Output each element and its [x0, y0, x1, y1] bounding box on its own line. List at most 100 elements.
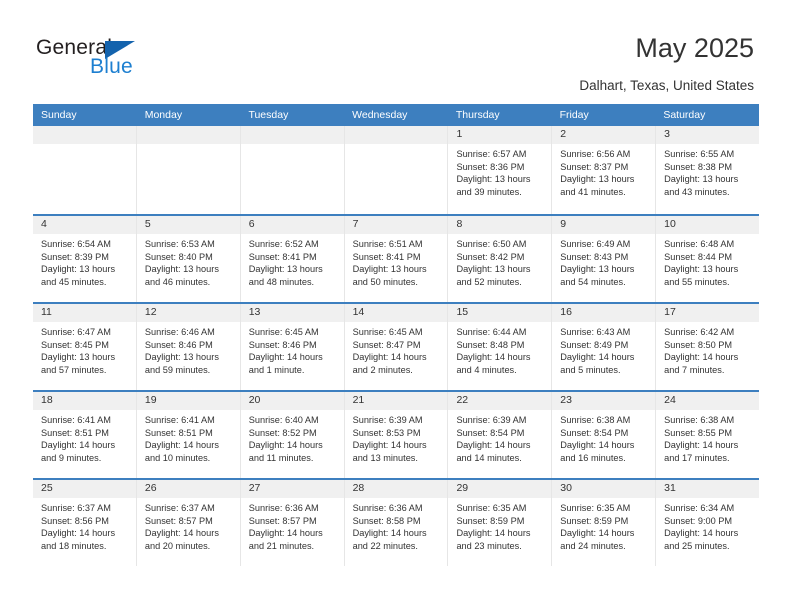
day-number	[240, 126, 344, 144]
weekday-header-tuesday: Tuesday	[248, 109, 289, 121]
calendar-day-cell[interactable]: 30 Sunrise: 6:35 AM Sunset: 8:59 PM Dayligh…	[552, 480, 657, 566]
daylight-text: Daylight: 13 hours and 39 minutes.	[456, 174, 531, 197]
calendar-day-cell[interactable]: 9 Sunrise: 6:49 AM Sunset: 8:43 PM Daylight…	[552, 216, 657, 302]
daylight-text: Daylight: 13 hours and 46 minutes.	[144, 264, 219, 287]
day-number: 14	[344, 304, 448, 322]
calendar-day-cell[interactable]: 11 Sunrise: 6:47 AM Sunset: 8:45 PM Dayligh…	[33, 304, 137, 390]
weekday-header-wednesday: Wednesday	[352, 109, 408, 121]
sunrise-text: Sunrise: 6:56 AM	[560, 149, 631, 159]
calendar-day-cell[interactable]: 21 Sunrise: 6:39 AM Sunset: 8:53 PM Dayligh…	[344, 392, 449, 478]
calendar-day-cell[interactable]: 1 Sunrise: 6:57 AM Sunset: 8:36 PM Daylight…	[448, 126, 553, 214]
sunset-text: Sunset: 8:51 PM	[41, 427, 109, 438]
calendar-day-cell[interactable]: 2 Sunrise: 6:56 AM Sunset: 8:37 PM Daylight…	[552, 126, 657, 214]
calendar-day-cell[interactable]: 3 Sunrise: 6:55 AM Sunset: 8:38 PM Daylight…	[656, 126, 760, 214]
calendar-day-cell[interactable]: 4 Sunrise: 6:54 AM Sunset: 8:39 PM Daylight…	[33, 216, 137, 302]
day-number: 17	[656, 304, 760, 322]
sunset-text: Sunset: 8:45 PM	[41, 339, 109, 350]
day-sun-info: Sunrise: 6:48 AM Sunset: 8:44 PM Daylight:…	[656, 234, 759, 288]
calendar-day-cell[interactable]: 12 Sunrise: 6:46 AM Sunset: 8:46 PM Dayligh…	[136, 304, 241, 390]
daylight-text: Daylight: 14 hours and 20 minutes.	[144, 528, 219, 551]
day-number: 8	[448, 216, 552, 234]
calendar-day-cell-empty	[33, 126, 137, 214]
sunset-text: Sunset: 8:40 PM	[144, 251, 213, 262]
daylight-text: Daylight: 14 hours and 22 minutes.	[352, 528, 427, 551]
calendar-day-cell[interactable]: 19 Sunrise: 6:41 AM Sunset: 8:51 PM Dayligh…	[136, 392, 241, 478]
day-sun-info: Sunrise: 6:46 AM Sunset: 8:46 PM Daylight:…	[137, 322, 240, 376]
calendar-day-cell[interactable]: 13 Sunrise: 6:45 AM Sunset: 8:46 PM Dayligh…	[240, 304, 345, 390]
calendar-week-row: 4 Sunrise: 6:54 AM Sunset: 8:39 PM Daylight…	[33, 214, 760, 302]
calendar-day-cell[interactable]: 18 Sunrise: 6:41 AM Sunset: 8:51 PM Dayligh…	[33, 392, 137, 478]
sunrise-text: Sunrise: 6:41 AM	[144, 415, 215, 425]
sunset-text: Sunset: 8:44 PM	[664, 251, 733, 262]
day-sun-info: Sunrise: 6:45 AM Sunset: 8:47 PM Daylight:…	[345, 322, 448, 376]
day-number: 20	[240, 392, 344, 410]
day-number: 1	[448, 126, 552, 144]
weekday-header-monday: Monday	[144, 109, 183, 121]
calendar-day-cell[interactable]: 27 Sunrise: 6:36 AM Sunset: 8:57 PM Dayligh…	[240, 480, 345, 566]
day-sun-info: Sunrise: 6:34 AM Sunset: 9:00 PM Daylight:…	[656, 498, 759, 552]
sunrise-text: Sunrise: 6:34 AM	[664, 503, 735, 513]
calendar-day-cell[interactable]: 8 Sunrise: 6:50 AM Sunset: 8:42 PM Daylight…	[448, 216, 553, 302]
sunrise-text: Sunrise: 6:57 AM	[456, 149, 527, 159]
sunset-text: Sunset: 8:59 PM	[560, 515, 629, 526]
daylight-text: Daylight: 14 hours and 7 minutes.	[664, 352, 739, 375]
calendar-day-cell[interactable]: 25 Sunrise: 6:37 AM Sunset: 8:56 PM Dayligh…	[33, 480, 137, 566]
day-number: 6	[240, 216, 344, 234]
page-header: General Blue May 2025 Dalhart, Texas, Un…	[0, 0, 792, 104]
calendar-day-cell[interactable]: 23 Sunrise: 6:38 AM Sunset: 8:54 PM Dayligh…	[552, 392, 657, 478]
sunset-text: Sunset: 8:50 PM	[664, 339, 733, 350]
daylight-text: Daylight: 13 hours and 59 minutes.	[144, 352, 219, 375]
calendar-day-cell[interactable]: 20 Sunrise: 6:40 AM Sunset: 8:52 PM Dayligh…	[240, 392, 345, 478]
day-number: 26	[136, 480, 240, 498]
calendar-day-cell[interactable]: 15 Sunrise: 6:44 AM Sunset: 8:48 PM Dayligh…	[448, 304, 553, 390]
calendar-day-cell[interactable]: 6 Sunrise: 6:52 AM Sunset: 8:41 PM Daylight…	[240, 216, 345, 302]
daylight-text: Daylight: 13 hours and 54 minutes.	[560, 264, 635, 287]
calendar-week-row: 1 Sunrise: 6:57 AM Sunset: 8:36 PM Daylight…	[33, 126, 760, 214]
calendar-day-cell[interactable]: 31 Sunrise: 6:34 AM Sunset: 9:00 PM Dayligh…	[656, 480, 760, 566]
calendar-day-cell[interactable]: 22 Sunrise: 6:39 AM Sunset: 8:54 PM Dayligh…	[448, 392, 553, 478]
day-sun-info: Sunrise: 6:57 AM Sunset: 8:36 PM Daylight:…	[448, 144, 551, 198]
calendar-day-cell[interactable]: 28 Sunrise: 6:36 AM Sunset: 8:58 PM Dayligh…	[344, 480, 449, 566]
day-sun-info: Sunrise: 6:54 AM Sunset: 8:39 PM Daylight:…	[33, 234, 136, 288]
day-number	[136, 126, 240, 144]
day-sun-info: Sunrise: 6:55 AM Sunset: 8:38 PM Daylight:…	[656, 144, 759, 198]
weekday-header-sunday: Sunday	[41, 109, 77, 121]
calendar-day-cell[interactable]: 14 Sunrise: 6:45 AM Sunset: 8:47 PM Dayligh…	[344, 304, 449, 390]
daylight-text: Daylight: 14 hours and 9 minutes.	[41, 440, 116, 463]
calendar-day-cell[interactable]: 17 Sunrise: 6:42 AM Sunset: 8:50 PM Dayligh…	[656, 304, 760, 390]
calendar-day-cell[interactable]: 7 Sunrise: 6:51 AM Sunset: 8:41 PM Daylight…	[344, 216, 449, 302]
daylight-text: Daylight: 13 hours and 48 minutes.	[248, 264, 323, 287]
day-sun-info: Sunrise: 6:50 AM Sunset: 8:42 PM Daylight:…	[448, 234, 551, 288]
calendar-day-cell[interactable]: 16 Sunrise: 6:43 AM Sunset: 8:49 PM Dayligh…	[552, 304, 657, 390]
day-sun-info: Sunrise: 6:38 AM Sunset: 8:54 PM Daylight:…	[552, 410, 655, 464]
sunset-text: Sunset: 8:39 PM	[41, 251, 109, 262]
sunrise-text: Sunrise: 6:48 AM	[664, 239, 735, 249]
calendar-day-cell[interactable]: 5 Sunrise: 6:53 AM Sunset: 8:40 PM Daylight…	[136, 216, 241, 302]
sunrise-text: Sunrise: 6:36 AM	[352, 503, 423, 513]
sunrise-text: Sunrise: 6:37 AM	[144, 503, 215, 513]
daylight-text: Daylight: 14 hours and 13 minutes.	[352, 440, 427, 463]
sunset-text: Sunset: 8:41 PM	[352, 251, 421, 262]
day-sun-info: Sunrise: 6:39 AM Sunset: 8:53 PM Daylight:…	[345, 410, 448, 464]
sunset-text: Sunset: 8:47 PM	[352, 339, 421, 350]
calendar-day-cell[interactable]: 29 Sunrise: 6:35 AM Sunset: 8:59 PM Dayligh…	[448, 480, 553, 566]
day-sun-info: Sunrise: 6:52 AM Sunset: 8:41 PM Daylight:…	[241, 234, 344, 288]
weekday-header-row: Sunday Monday Tuesday Wednesday Thursday…	[33, 104, 759, 126]
general-blue-logo[interactable]: General Blue	[36, 36, 256, 86]
calendar-day-cell[interactable]: 10 Sunrise: 6:48 AM Sunset: 8:44 PM Dayligh…	[656, 216, 760, 302]
sunrise-text: Sunrise: 6:51 AM	[352, 239, 423, 249]
sunset-text: Sunset: 8:55 PM	[664, 427, 733, 438]
day-number: 9	[552, 216, 656, 234]
day-sun-info: Sunrise: 6:45 AM Sunset: 8:46 PM Daylight:…	[241, 322, 344, 376]
calendar-day-cell[interactable]: 24 Sunrise: 6:38 AM Sunset: 8:55 PM Dayligh…	[656, 392, 760, 478]
sunset-text: Sunset: 8:56 PM	[41, 515, 109, 526]
sunset-text: Sunset: 8:58 PM	[352, 515, 421, 526]
day-number: 23	[552, 392, 656, 410]
weekday-header-friday: Friday	[559, 109, 589, 121]
calendar-day-cell[interactable]: 26 Sunrise: 6:37 AM Sunset: 8:57 PM Dayligh…	[136, 480, 241, 566]
daylight-text: Daylight: 14 hours and 25 minutes.	[664, 528, 739, 551]
day-sun-info: Sunrise: 6:44 AM Sunset: 8:48 PM Daylight:…	[448, 322, 551, 376]
calendar-week-row: 18 Sunrise: 6:41 AM Sunset: 8:51 PM Dayligh…	[33, 390, 760, 478]
sunset-text: Sunset: 8:54 PM	[560, 427, 629, 438]
day-number: 10	[656, 216, 760, 234]
